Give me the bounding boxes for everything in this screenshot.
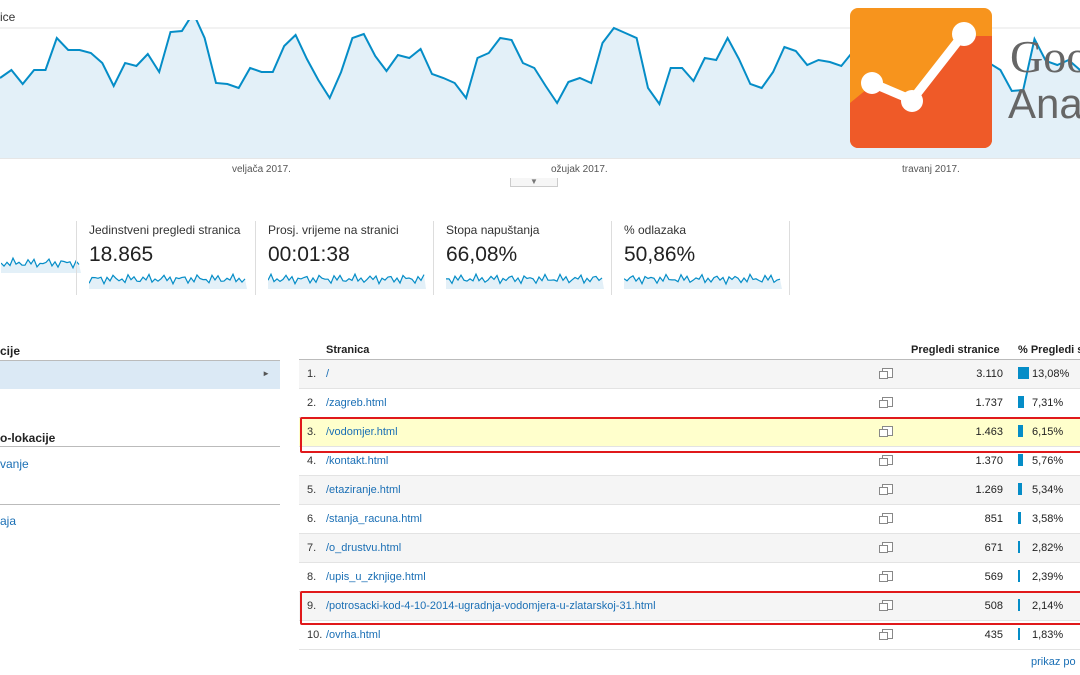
metric-exit-rate[interactable]: % odlazaka 50,86% bbox=[611, 221, 789, 295]
pageviews-value: 851 bbox=[984, 513, 1003, 525]
column-header-page[interactable]: Stranica bbox=[326, 344, 369, 356]
percent-value: 1,83% bbox=[1032, 629, 1064, 641]
highlight-box bbox=[300, 591, 1080, 625]
row-number: 1. bbox=[307, 368, 317, 380]
open-page-icon[interactable] bbox=[879, 368, 893, 379]
table-row: 10./ovrha.html 435 1,83% bbox=[299, 621, 1080, 650]
percent-value: 3,58% bbox=[1032, 513, 1064, 525]
page-link[interactable]: /etaziranje.html bbox=[326, 484, 401, 496]
dimension-group-heading: o-lokacije bbox=[0, 431, 56, 445]
show-more-link[interactable]: prikaz po bbox=[1031, 656, 1076, 668]
metric-label: % odlazaka bbox=[624, 223, 687, 237]
percent-value: 5,76% bbox=[1032, 455, 1064, 467]
table-row: 5. /etaziranje.html 1.269 5,34% bbox=[299, 476, 1080, 505]
row-number: 10. bbox=[307, 629, 323, 641]
page-link[interactable]: / bbox=[326, 368, 329, 380]
dimension-group-heading: cije bbox=[0, 344, 21, 358]
row-number: 5. bbox=[307, 484, 317, 496]
month-label-apr: travanj 2017. bbox=[902, 164, 960, 175]
table-row: 1. / 3.110 13,08% bbox=[299, 360, 1080, 389]
selected-dimension-item[interactable]: ► bbox=[0, 361, 280, 389]
percent-bar bbox=[1018, 570, 1020, 582]
sparkline bbox=[268, 272, 426, 289]
open-page-icon[interactable] bbox=[879, 513, 893, 524]
percent-bar bbox=[1018, 454, 1023, 466]
percent-bar bbox=[1018, 483, 1022, 495]
page-link[interactable]: /o_drustvu.html bbox=[326, 542, 401, 554]
metric-value: 50,86% bbox=[624, 243, 696, 266]
metric-divider bbox=[789, 221, 790, 295]
pageviews-value: 3.110 bbox=[976, 368, 1003, 380]
table-row: 6. /stanja_racuna.html 851 3,58% bbox=[299, 505, 1080, 534]
row-number: 6. bbox=[307, 513, 317, 525]
pageviews-value: 671 bbox=[984, 542, 1003, 554]
percent-bar bbox=[1018, 512, 1021, 524]
metric-pageviews[interactable] bbox=[0, 221, 81, 295]
month-label-feb: veljača 2017. bbox=[232, 164, 291, 175]
pageviews-value: 569 bbox=[984, 571, 1003, 583]
page-link[interactable]: /stanja_racuna.html bbox=[326, 513, 422, 525]
logo-wordmark-analytics: Anal bbox=[1008, 80, 1080, 127]
percent-value: 5,34% bbox=[1032, 484, 1064, 496]
metric-value: 66,08% bbox=[446, 243, 518, 266]
metric-bounce-rate[interactable]: Stopa napuštanja 66,08% bbox=[433, 221, 611, 295]
pageviews-value: 1.370 bbox=[975, 455, 1003, 467]
sparkline bbox=[89, 272, 247, 289]
row-number: 2. bbox=[307, 397, 317, 409]
logo-wordmark-google: Goo bbox=[1010, 31, 1080, 82]
page-link[interactable]: /upis_u_zknjige.html bbox=[326, 571, 426, 583]
percent-value: 2,39% bbox=[1032, 571, 1064, 583]
month-label-mar: ožujak 2017. bbox=[551, 164, 608, 175]
metric-label: Jedinstveni pregledi stranica bbox=[89, 223, 241, 237]
collapse-chart-toggle[interactable]: ▼ bbox=[510, 177, 558, 187]
column-header-percent[interactable]: % Pregledi s bbox=[1018, 344, 1080, 356]
metric-avg-time-on-page[interactable]: Prosj. vrijeme na stranici 00:01:38 bbox=[255, 221, 433, 295]
table-row: 8. /upis_u_zknjige.html 569 2,39% bbox=[299, 563, 1080, 592]
chevron-down-icon: ▼ bbox=[530, 177, 538, 186]
open-page-icon[interactable] bbox=[879, 542, 893, 553]
column-header-pageviews[interactable]: Pregledi stranice bbox=[911, 344, 1000, 356]
percent-bar bbox=[1018, 367, 1029, 379]
metric-unique-pageviews[interactable]: Jedinstveni pregledi stranica 18.865 bbox=[76, 221, 254, 295]
percent-bar bbox=[1018, 396, 1024, 408]
row-number: 4. bbox=[307, 455, 317, 467]
row-number: 7. bbox=[307, 542, 317, 554]
pageviews-value: 435 bbox=[984, 629, 1003, 641]
sparkline bbox=[624, 273, 782, 289]
metric-value: 00:01:38 bbox=[268, 243, 350, 266]
page-link[interactable]: /kontakt.html bbox=[326, 455, 388, 467]
open-page-icon[interactable] bbox=[879, 571, 893, 582]
sparkline bbox=[446, 272, 604, 289]
row-number: 8. bbox=[307, 571, 317, 583]
metric-label: Prosj. vrijeme na stranici bbox=[268, 223, 399, 237]
open-page-icon[interactable] bbox=[879, 455, 893, 466]
dimension-link[interactable]: vanje bbox=[0, 457, 29, 471]
divider bbox=[0, 446, 280, 447]
page-link[interactable]: /ovrha.html bbox=[326, 629, 380, 641]
dimension-link[interactable]: aja bbox=[0, 514, 16, 528]
chevron-right-icon: ► bbox=[262, 369, 270, 378]
metric-value bbox=[1, 227, 65, 251]
open-page-icon[interactable] bbox=[879, 484, 893, 495]
sparkline bbox=[1, 256, 81, 273]
open-page-icon[interactable] bbox=[879, 629, 893, 640]
percent-value: 7,31% bbox=[1032, 397, 1064, 409]
page-link[interactable]: /zagreb.html bbox=[326, 397, 387, 409]
pageviews-value: 1.737 bbox=[975, 397, 1003, 409]
table-row: 7. /o_drustvu.html 671 2,82% bbox=[299, 534, 1080, 563]
divider bbox=[0, 504, 280, 505]
percent-value: 13,08% bbox=[1032, 368, 1070, 380]
open-page-icon[interactable] bbox=[879, 397, 893, 408]
sparkline-area bbox=[1, 258, 81, 273]
table-row: 2. /zagreb.html 1.737 7,31% bbox=[299, 389, 1080, 418]
google-analytics-logo bbox=[850, 8, 992, 148]
percent-value: 2,82% bbox=[1032, 542, 1064, 554]
metric-label: Stopa napuštanja bbox=[446, 223, 540, 237]
metric-value: 18.865 bbox=[89, 243, 154, 266]
percent-bar bbox=[1018, 628, 1020, 640]
highlight-box bbox=[300, 417, 1080, 453]
pageviews-value: 1.269 bbox=[975, 484, 1003, 496]
percent-bar bbox=[1018, 541, 1020, 553]
